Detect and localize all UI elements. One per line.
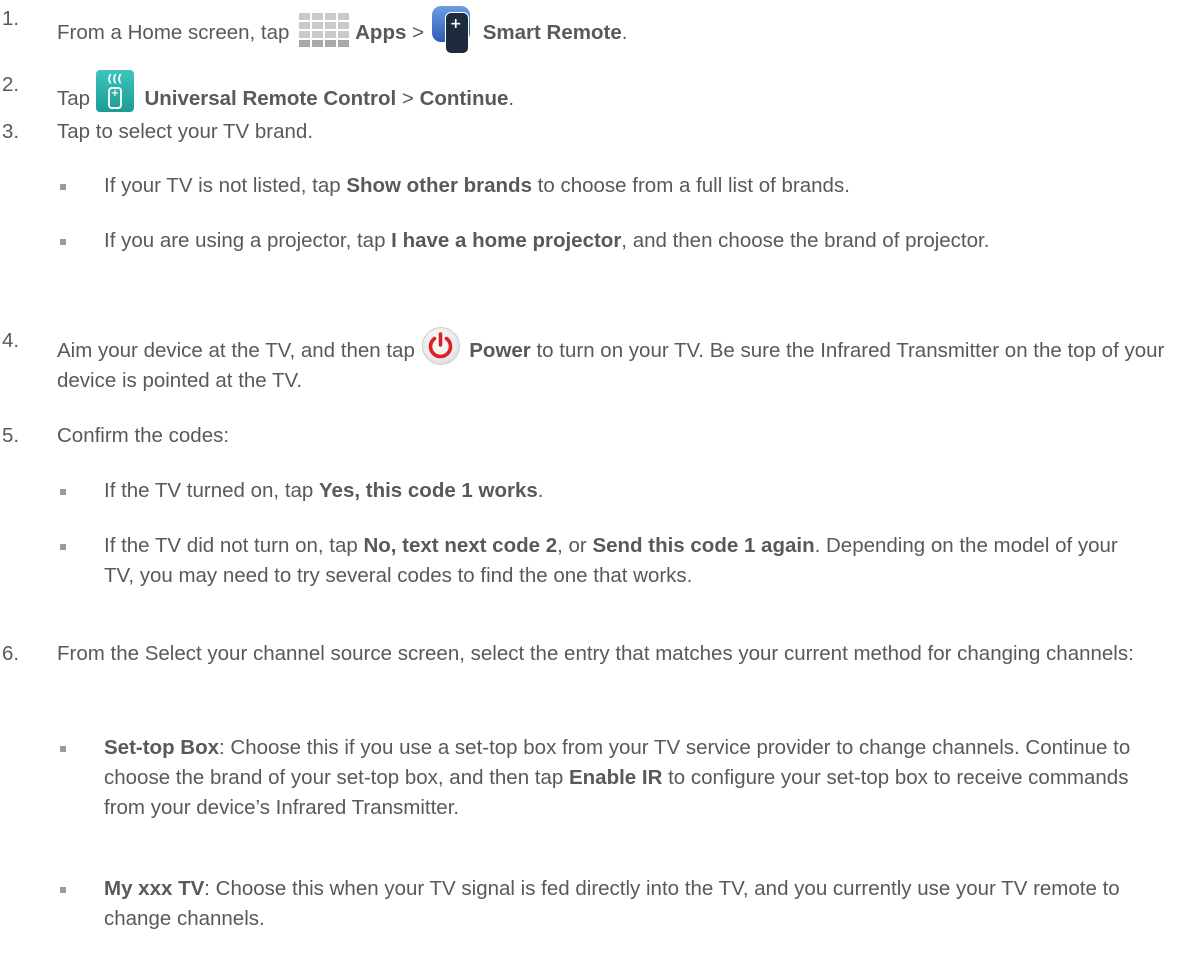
step-text: From the Select your channel source scre… <box>57 642 1134 665</box>
step-number: 4. <box>2 329 20 352</box>
bullet-text: Set-top Box: Choose this if you use a se… <box>104 736 1131 819</box>
step-number: 2. <box>2 73 20 96</box>
bullet-marker <box>60 887 66 893</box>
apps-label: Apps <box>355 21 407 44</box>
grid-tile <box>312 40 324 47</box>
step-text: Confirm the codes: <box>57 424 230 447</box>
step-number: 5. <box>2 424 20 447</box>
grid-tile <box>312 13 324 20</box>
grid-tile <box>299 40 311 47</box>
grid-tile <box>299 31 311 38</box>
grid-tile <box>338 31 350 38</box>
grid-tile <box>312 22 324 29</box>
step-text: Tap to select your TV brand. <box>57 120 314 143</box>
step-text: Tap (((+ Universal Remote Control > Cont… <box>57 70 1170 114</box>
grid-tile <box>338 13 350 20</box>
grid-tile <box>325 31 337 38</box>
bullet-marker <box>60 544 66 550</box>
continue-label: Continue <box>419 87 509 110</box>
grid-tile <box>325 40 337 47</box>
smart-remote-label: Smart Remote <box>482 21 622 44</box>
grid-tile <box>299 22 311 29</box>
universal-remote-label: Universal Remote Control <box>144 87 397 110</box>
step-text: From a Home screen, tap Apps > + Smart R… <box>57 4 1170 54</box>
bullet-marker <box>60 184 66 190</box>
bullet-text: If the TV turned on, tap Yes, this code … <box>104 479 544 502</box>
smart-remote-icon: + <box>430 4 480 54</box>
grid-tile <box>338 40 350 47</box>
grid-tile <box>338 22 350 29</box>
bullet-marker <box>60 489 66 495</box>
step-text: Aim your device at the TV, and then tap … <box>57 326 1170 396</box>
bullet-text: If the TV did not turn on, tap No, text … <box>104 534 1118 587</box>
universal-remote-icon: (((+ <box>95 70 136 114</box>
instruction-document: 1. From a Home screen, tap Apps > + Smar… <box>0 0 1190 955</box>
step-number: 6. <box>2 642 20 665</box>
grid-tile <box>312 31 324 38</box>
bullet-marker <box>60 746 66 752</box>
step-number: 1. <box>2 7 20 30</box>
bullet-text: If you are using a projector, tap I have… <box>104 229 990 252</box>
apps-grid-icon <box>295 10 352 48</box>
bullet-text: If your TV is not listed, tap Show other… <box>104 174 850 197</box>
grid-tile <box>299 13 311 20</box>
power-label: Power <box>469 339 531 362</box>
step-number: 3. <box>2 120 20 143</box>
bullet-text: My xxx TV: Choose this when your TV sign… <box>104 877 1120 930</box>
bullet-marker <box>60 239 66 245</box>
grid-tile <box>325 13 337 20</box>
power-icon <box>421 326 461 366</box>
grid-tile <box>325 22 337 29</box>
